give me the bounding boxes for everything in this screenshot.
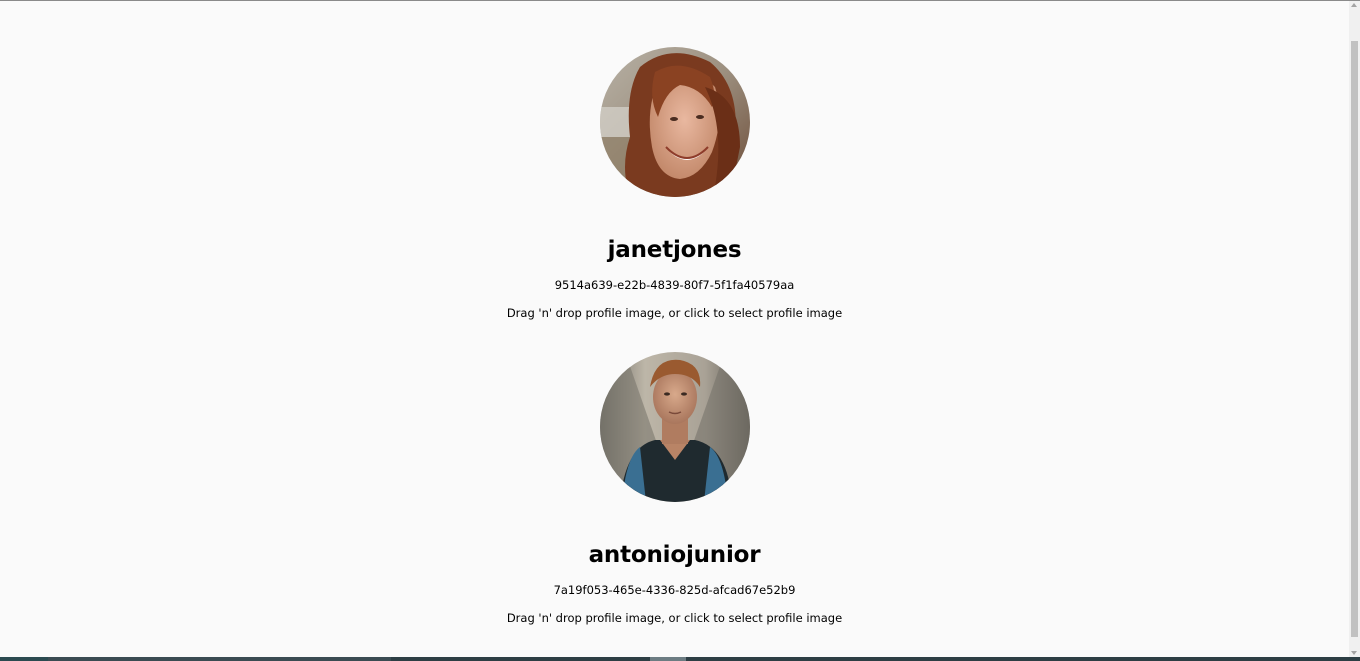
profile-card: antoniojunior 7a19f053-465e-4336-825d-af… (0, 352, 1349, 626)
profile-id: 7a19f053-465e-4336-825d-afcad67e52b9 (553, 583, 796, 597)
profile-username: janetjones (607, 237, 742, 263)
scrollbar-thumb[interactable] (1351, 41, 1358, 637)
profile-avatar-image[interactable] (599, 47, 750, 197)
profile-avatar-image[interactable] (599, 352, 750, 502)
profile-id: 9514a639-e22b-4839-80f7-5f1fa40579aa (554, 278, 795, 292)
profile-image-dropzone[interactable]: Drag 'n' drop profile image, or click to… (507, 610, 842, 626)
profile-image-dropzone[interactable]: Drag 'n' drop profile image, or click to… (507, 305, 842, 321)
scroll-up-arrow-icon[interactable] (1351, 3, 1357, 7)
taskbar-segment (0, 657, 48, 661)
vertical-scrollbar[interactable] (1349, 1, 1360, 657)
page-viewport: janetjones 9514a639-e22b-4839-80f7-5f1fa… (0, 1, 1349, 657)
man-portrait-photo (599, 352, 750, 502)
taskbar-segment (650, 657, 686, 661)
profile-username: antoniojunior (588, 542, 761, 568)
scroll-down-arrow-icon[interactable] (1351, 651, 1357, 655)
taskbar-edge (0, 657, 1360, 661)
profile-card: janetjones 9514a639-e22b-4839-80f7-5f1fa… (0, 47, 1349, 321)
taskbar-segment (48, 657, 391, 661)
woman-portrait-photo (599, 47, 750, 197)
